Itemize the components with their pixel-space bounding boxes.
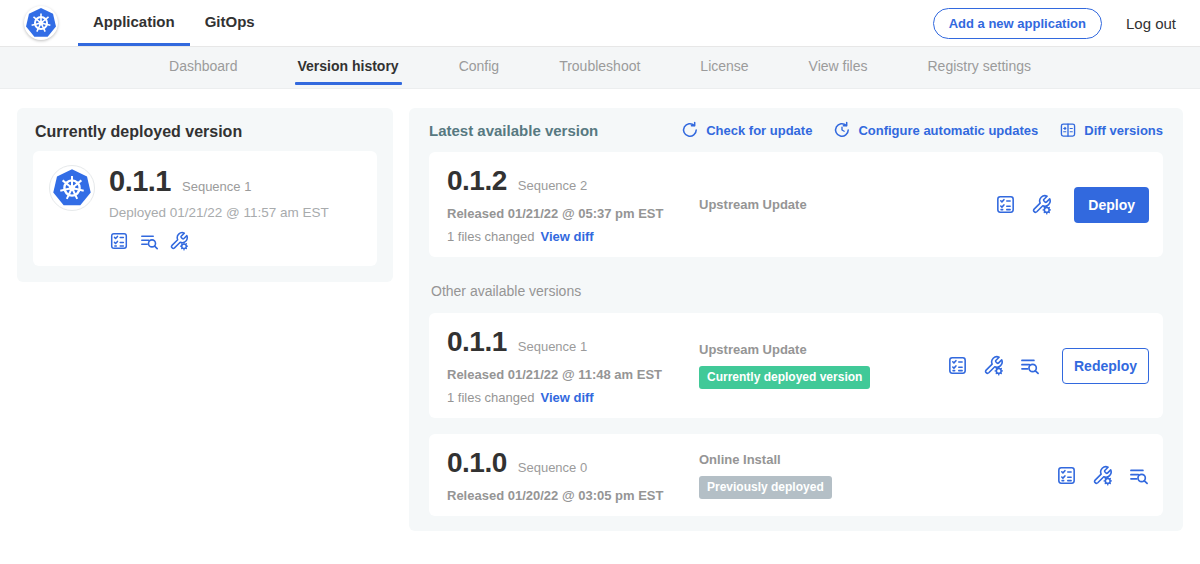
subtab-dashboard[interactable]: Dashboard <box>139 47 268 88</box>
release-sequence: Sequence 0 <box>518 460 587 475</box>
currently-deployed-card: 0.1.1 Sequence 1 Deployed 01/21/22 @ 11:… <box>33 151 377 266</box>
config-icon[interactable] <box>169 231 189 251</box>
kubernetes-logo <box>24 6 58 40</box>
files-changed: 1 files changed <box>447 229 534 244</box>
subtab-version-history[interactable]: Version history <box>268 47 429 88</box>
release-row-0.1.2: 0.1.2 Sequence 2 Released 01/21/22 @ 05:… <box>429 152 1163 257</box>
config-icon[interactable] <box>1031 194 1052 215</box>
deploy-button[interactable]: Deploy <box>1074 187 1149 223</box>
currently-deployed-panel: Currently deployed version 0.1.1 Sequenc… <box>17 108 393 282</box>
release-notes-icon[interactable] <box>995 194 1016 215</box>
release-version: 0.1.2 <box>447 165 507 197</box>
diff-icon[interactable] <box>1019 355 1040 376</box>
currently-deployed-badge: Currently deployed version <box>699 366 870 389</box>
release-notes-icon[interactable] <box>109 231 129 251</box>
release-source: Online Install <box>699 452 1056 467</box>
check-for-update-link[interactable]: Check for update <box>681 121 812 139</box>
schedule-icon <box>833 121 851 139</box>
currently-deployed-title: Currently deployed version <box>35 123 377 141</box>
previously-deployed-badge: Previously deployed <box>699 476 832 499</box>
configure-updates-label: Configure automatic updates <box>858 123 1038 138</box>
main-content: Currently deployed version 0.1.1 Sequenc… <box>0 89 1200 550</box>
release-sequence: Sequence 1 <box>518 339 587 354</box>
deployed-version: 0.1.1 <box>109 165 171 198</box>
config-icon[interactable] <box>1092 465 1113 486</box>
tab-application[interactable]: Application <box>78 0 190 46</box>
latest-version-title: Latest available version <box>429 122 681 139</box>
release-row-0.1.1: 0.1.1 Sequence 1 Released 01/21/22 @ 11:… <box>429 313 1163 418</box>
diff-icon[interactable] <box>139 231 159 251</box>
tab-gitops[interactable]: GitOps <box>190 0 270 46</box>
release-sequence: Sequence 2 <box>518 178 587 193</box>
logout-button[interactable]: Log out <box>1126 15 1176 32</box>
release-source: Upstream Update <box>699 197 995 212</box>
release-timestamp: Released 01/21/22 @ 05:37 pm EST <box>447 206 699 221</box>
subtab-config[interactable]: Config <box>429 47 529 88</box>
refresh-icon <box>681 121 699 139</box>
app-subnav: Dashboard Version history Config Trouble… <box>0 47 1200 89</box>
release-version: 0.1.1 <box>447 326 507 358</box>
app-icon <box>49 165 95 211</box>
other-versions-label: Other available versions <box>431 283 1163 299</box>
configure-updates-link[interactable]: Configure automatic updates <box>833 121 1038 139</box>
diff-columns-icon <box>1059 121 1077 139</box>
deployed-sequence: Sequence 1 <box>182 179 251 194</box>
release-source: Upstream Update <box>699 342 947 357</box>
view-diff-link[interactable]: View diff <box>540 229 593 244</box>
diff-icon[interactable] <box>1128 465 1149 486</box>
release-notes-icon[interactable] <box>947 355 968 376</box>
add-application-button[interactable]: Add a new application <box>933 8 1102 39</box>
release-version: 0.1.0 <box>447 447 507 479</box>
release-notes-icon[interactable] <box>1056 465 1077 486</box>
subtab-registry-settings[interactable]: Registry settings <box>898 47 1061 88</box>
release-timestamp: Released 01/21/22 @ 11:48 am EST <box>447 367 699 382</box>
diff-versions-link[interactable]: Diff versions <box>1059 121 1163 139</box>
release-row-0.1.0: 0.1.0 Sequence 0 Released 01/20/22 @ 03:… <box>429 434 1163 516</box>
redeploy-button[interactable]: Redeploy <box>1062 348 1149 384</box>
tab-gitops-label: GitOps <box>205 13 255 30</box>
files-changed: 1 files changed <box>447 390 534 405</box>
view-diff-link[interactable]: View diff <box>540 390 593 405</box>
tab-application-label: Application <box>93 13 175 30</box>
subtab-view-files[interactable]: View files <box>779 47 898 88</box>
diff-versions-label: Diff versions <box>1084 123 1163 138</box>
top-header: Application GitOps Add a new application… <box>0 0 1200 47</box>
release-timestamp: Released 01/20/22 @ 03:05 pm EST <box>447 488 699 503</box>
subtab-troubleshoot[interactable]: Troubleshoot <box>529 47 670 88</box>
subtab-license[interactable]: License <box>670 47 778 88</box>
version-history-panel: Latest available version Check for updat… <box>409 108 1183 531</box>
deployed-timestamp: Deployed 01/21/22 @ 11:57 am EST <box>109 205 329 220</box>
config-icon[interactable] <box>983 355 1004 376</box>
check-for-update-label: Check for update <box>706 123 812 138</box>
